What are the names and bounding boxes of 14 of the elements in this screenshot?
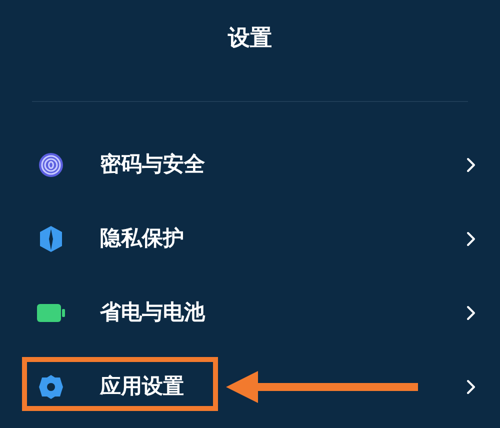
settings-item[interactable]: 密码与安全: [0, 128, 500, 202]
chevron-icon: [466, 379, 476, 395]
settings-icon: [38, 374, 64, 400]
chevron-icon: [466, 231, 476, 247]
chevron-icon: [466, 305, 476, 321]
fingerprint-icon: [38, 152, 64, 178]
shield-icon: [38, 225, 64, 253]
settings-item[interactable]: 应用设置: [0, 350, 500, 424]
settings-item[interactable]: 省电与电池: [0, 276, 500, 350]
page-title: 设置: [228, 25, 272, 53]
chevron-icon: [466, 157, 476, 173]
settings-item[interactable]: 隐私保护: [0, 202, 500, 276]
arrow-icon: [226, 370, 418, 404]
battery-icon: [37, 304, 65, 322]
